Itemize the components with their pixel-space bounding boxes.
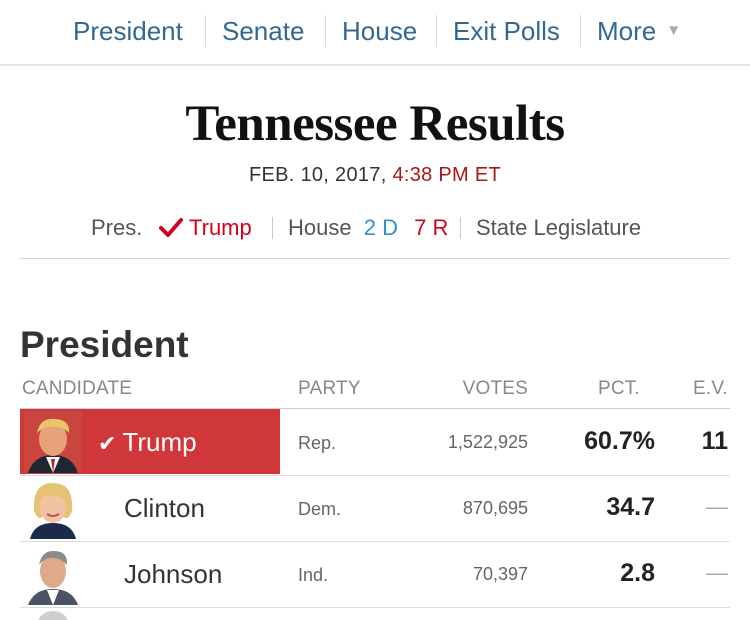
percent: 34.7: [606, 493, 655, 521]
results-section-title: President: [20, 324, 189, 365]
timestamp-date: FEB. 10, 2017,: [248, 164, 387, 186]
votes: 1,522,925: [447, 432, 528, 452]
nav-senate[interactable]: Senate: [222, 14, 304, 48]
column-header-votes: VOTES: [462, 378, 528, 399]
section-nav: President Senate House Exit Polls More ▼: [0, 0, 750, 66]
summary-house-link[interactable]: House 2 D 7 R: [288, 213, 448, 243]
timestamp-time: 4:38 PM ET: [392, 164, 502, 186]
nav-president[interactable]: President: [73, 14, 183, 48]
nav-exit-polls[interactable]: Exit Polls: [453, 14, 560, 48]
nav-divider: [436, 15, 437, 47]
summary-house-rep: 7 R: [414, 215, 449, 240]
candidate-photo: [24, 607, 82, 620]
nav-more-label: More: [597, 16, 657, 46]
votes: 870,695: [462, 498, 528, 518]
candidate-photo: [24, 411, 82, 473]
table-row: ✔ Trump Rep. 1,522,925 60.7% 11: [20, 409, 730, 476]
summary-divider: [272, 217, 273, 239]
party: Dem.: [298, 499, 342, 519]
candidate-photo: [24, 543, 82, 605]
candidate-name: ✔ Trump: [98, 426, 197, 460]
timestamp: FEB. 10, 2017, 4:38 PM ET: [0, 162, 750, 188]
page-title: Tennessee Results: [185, 96, 565, 152]
table-row: Clinton Dem. 870,695 34.7 —: [20, 475, 730, 542]
candidate-photo: [24, 477, 82, 539]
column-header-ev: E.V.: [693, 378, 728, 399]
column-header-party: PARTY: [298, 378, 361, 399]
party: Rep.: [298, 433, 337, 453]
summary-pres-link[interactable]: Trump: [159, 213, 252, 243]
table-row: Johnson Ind. 70,397 2.8 —: [20, 541, 730, 608]
checkmark-icon: ✔: [98, 431, 117, 456]
nav-house[interactable]: House: [342, 14, 417, 48]
nav-divider: [580, 15, 581, 47]
electoral-votes: 11: [701, 427, 728, 455]
summary-house-dem: 2 D: [363, 215, 398, 240]
summary-pres-winner: Trump: [189, 215, 252, 240]
electoral-votes: —: [706, 560, 728, 585]
summary-pres-label: Pres.: [91, 215, 143, 240]
votes: 70,397: [472, 564, 528, 584]
electoral-votes: —: [706, 494, 728, 519]
nav-divider: [325, 15, 326, 47]
caret-down-icon: ▼: [666, 22, 682, 39]
percent: 60.7%: [584, 427, 655, 455]
column-header-candidate: CANDIDATE: [22, 378, 133, 399]
summary-house-label: House: [288, 215, 352, 240]
nav-divider: [205, 15, 206, 47]
race-summary: Pres. Trump House 2 D 7 R State Legislat…: [0, 213, 750, 243]
party: Ind.: [298, 565, 329, 585]
candidate-cell: ✔ Trump: [20, 409, 280, 474]
candidate-name-text: Trump: [122, 427, 197, 457]
candidate-name: Johnson: [124, 559, 223, 589]
nav-more[interactable]: More ▼: [597, 14, 681, 48]
column-header-pct: PCT.: [598, 378, 640, 399]
candidate-cell: Johnson: [20, 541, 280, 606]
percent: 2.8: [620, 559, 655, 587]
candidate-name: Clinton: [124, 493, 205, 523]
candidate-cell: Clinton: [20, 475, 280, 540]
checkmark-icon: [159, 218, 183, 237]
divider: [20, 258, 730, 259]
summary-legislature-link[interactable]: State Legislature: [476, 213, 641, 243]
summary-divider: [460, 217, 461, 239]
